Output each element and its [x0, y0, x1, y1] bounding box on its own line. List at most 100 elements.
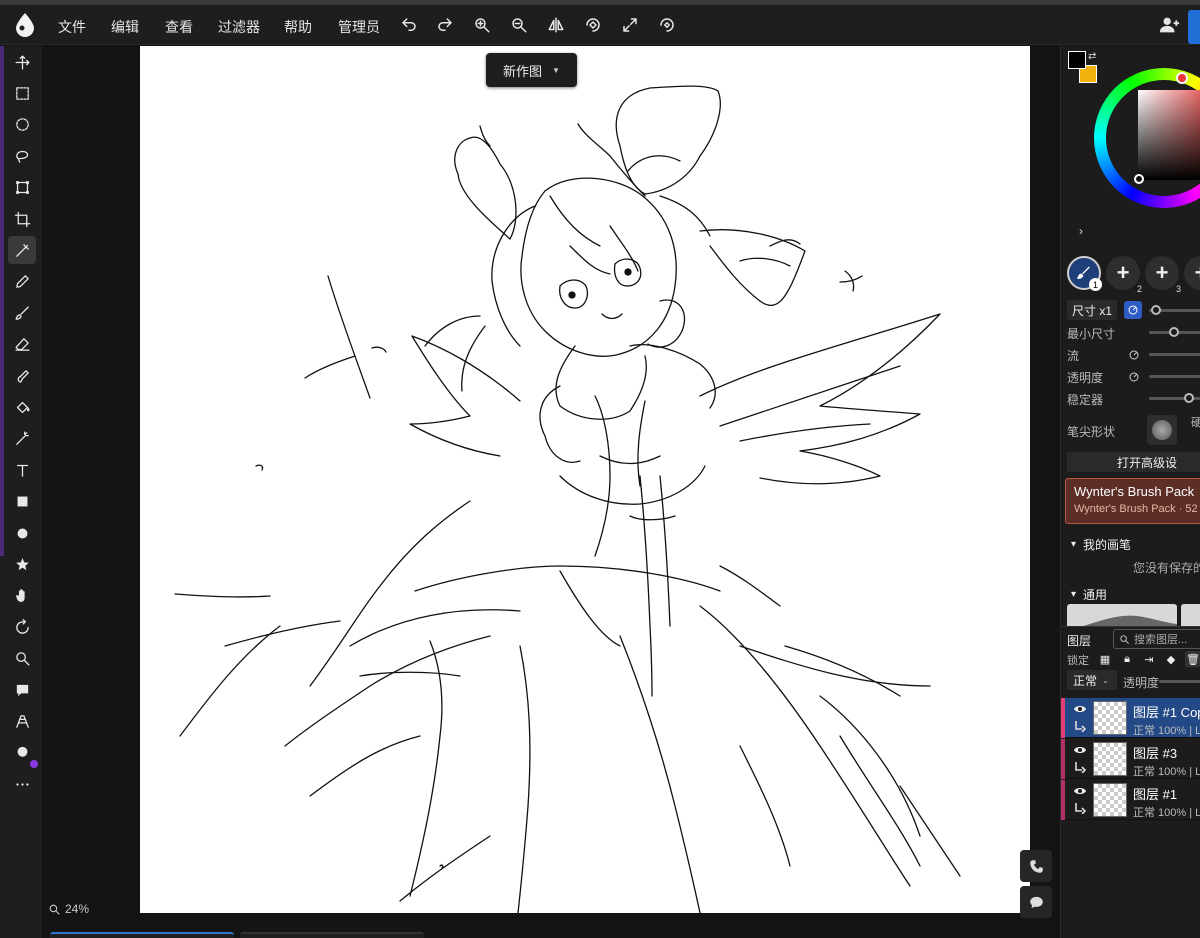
- brush-preset-preview[interactable]: [1067, 604, 1177, 628]
- menu-view[interactable]: 查看: [165, 17, 193, 37]
- tool-brush[interactable]: [8, 299, 36, 327]
- swap-colors-icon[interactable]: ⇄: [1088, 51, 1096, 62]
- voice-call-button[interactable]: [1020, 850, 1052, 882]
- menu-admin[interactable]: 管理员: [338, 17, 380, 37]
- brush-tip-preview[interactable]: [1147, 415, 1177, 445]
- menu-help[interactable]: 帮助: [284, 17, 312, 37]
- eye-icon[interactable]: [1073, 745, 1087, 755]
- tool-transform[interactable]: [8, 174, 36, 202]
- eye-icon[interactable]: [1073, 704, 1087, 714]
- hue-knob[interactable]: [1176, 72, 1188, 84]
- brush-preset-preview[interactable]: [1181, 604, 1200, 628]
- layer-thumbnail: [1093, 701, 1127, 735]
- delete-layer-icon[interactable]: 🗑︎: [1185, 651, 1200, 667]
- blend-mode-select[interactable]: 正常 ⌄: [1067, 670, 1117, 690]
- smudge-icon: [17, 369, 29, 383]
- opacity-pressure-icon[interactable]: [1128, 370, 1140, 382]
- color-wheel[interactable]: [1094, 68, 1200, 208]
- add-user-icon[interactable]: [1158, 14, 1180, 36]
- flow-slider[interactable]: [1149, 353, 1200, 356]
- tool-move[interactable]: [8, 48, 36, 76]
- tool-pencil[interactable]: [8, 268, 36, 296]
- bottom-tab-active[interactable]: [50, 932, 234, 938]
- layer-row[interactable]: 图层 #1 正常 100% | L: [1061, 780, 1200, 820]
- clipping-icon[interactable]: [1073, 761, 1087, 773]
- tool-ellipse[interactable]: [8, 519, 36, 547]
- tool-eraser[interactable]: [8, 331, 36, 359]
- tool-crop[interactable]: [8, 205, 36, 233]
- zoom-in-icon[interactable]: [471, 14, 493, 36]
- canvas-workspace[interactable]: 新作图 ▼ 24%: [42, 46, 1060, 938]
- layer-row[interactable]: 图层 #3 正常 100% | L: [1061, 739, 1200, 779]
- brush-slot-1[interactable]: 1: [1067, 256, 1102, 291]
- brush-size-multiplier[interactable]: 尺寸 x1: [1067, 300, 1118, 320]
- tool-fill[interactable]: [8, 393, 36, 421]
- clipping-icon[interactable]: [1073, 720, 1087, 732]
- redo-icon[interactable]: [434, 14, 456, 36]
- tool-lasso[interactable]: [8, 142, 36, 170]
- brush-slot-number: 3: [1175, 284, 1181, 294]
- saturation-value-square[interactable]: [1138, 90, 1200, 180]
- tool-perspective[interactable]: [8, 707, 36, 735]
- tool-rectangle[interactable]: [8, 488, 36, 516]
- menu-edit[interactable]: 编辑: [111, 17, 139, 37]
- layer-color-tag: [1061, 739, 1065, 779]
- eye-icon[interactable]: [1073, 786, 1087, 796]
- drawing-canvas[interactable]: [140, 46, 1030, 913]
- lock-transparency-icon[interactable]: ▦: [1097, 651, 1113, 667]
- brush-slot-4[interactable]: +: [1184, 256, 1200, 290]
- layer-thumbnail: [1093, 783, 1127, 817]
- bottom-tab[interactable]: [240, 932, 424, 938]
- zoom-out-icon[interactable]: [508, 14, 530, 36]
- tool-rotate-view[interactable]: [8, 613, 36, 641]
- tool-magic-wand[interactable]: [8, 425, 36, 453]
- expand-chevron-icon[interactable]: ›: [1079, 224, 1083, 238]
- lock-icon[interactable]: 🔒︎: [1119, 651, 1135, 667]
- tool-smudge[interactable]: [8, 362, 36, 390]
- flip-icon[interactable]: [545, 14, 567, 36]
- clipping-icon[interactable]: [1073, 802, 1087, 814]
- clear-layer-icon[interactable]: ◆: [1163, 651, 1179, 667]
- brush-slot-2[interactable]: +2: [1106, 256, 1142, 294]
- my-brushes-section[interactable]: ▾ 我的画笔: [1071, 536, 1131, 553]
- primary-color-swatch[interactable]: [1068, 51, 1086, 69]
- pen-pressure-toggle[interactable]: [1124, 301, 1142, 319]
- more-icon: [15, 783, 29, 786]
- stabilizer-slider-knob[interactable]: [1184, 393, 1194, 403]
- tool-more[interactable]: [8, 770, 36, 798]
- brush-pack-card[interactable]: Wynter's Brush Pack Wynter's Brush Pack …: [1065, 478, 1200, 524]
- flow-pressure-icon[interactable]: [1128, 348, 1140, 360]
- menu-filter[interactable]: 过滤器: [218, 17, 260, 37]
- tool-comment[interactable]: [8, 676, 36, 704]
- export-layer-icon[interactable]: ⇥: [1141, 651, 1157, 667]
- layer-row[interactable]: 图层 #1 Cop 正常 100% | L: [1061, 698, 1200, 738]
- opacity-slider[interactable]: [1149, 375, 1200, 378]
- layer-opacity-slider[interactable]: [1159, 680, 1200, 683]
- undo-icon[interactable]: [398, 14, 420, 36]
- tool-zoom[interactable]: [8, 645, 36, 673]
- layer-search-input[interactable]: 搜索图层...: [1113, 629, 1200, 649]
- rotate-icon[interactable]: [582, 14, 604, 36]
- open-advanced-settings-button[interactable]: 打开高级设: [1067, 452, 1200, 472]
- general-section[interactable]: ▾ 通用: [1071, 586, 1107, 603]
- size-slider-knob[interactable]: [1151, 305, 1161, 315]
- tool-eyedropper[interactable]: [8, 236, 36, 265]
- reset-rotation-icon[interactable]: [656, 14, 678, 36]
- tool-ellipse-select[interactable]: [8, 111, 36, 139]
- share-button[interactable]: [1188, 10, 1200, 44]
- zoom-indicator[interactable]: 24%: [48, 902, 89, 916]
- brush-slot-3[interactable]: +3: [1145, 256, 1181, 294]
- app-logo-icon[interactable]: [14, 12, 36, 38]
- tool-rect-select[interactable]: [8, 79, 36, 107]
- min-size-slider-knob[interactable]: [1169, 327, 1179, 337]
- tool-star[interactable]: [8, 550, 36, 578]
- tool-hand[interactable]: [8, 582, 36, 610]
- rect-select-icon: [15, 87, 29, 100]
- color-picker-knob[interactable]: [1134, 174, 1144, 184]
- pencil-icon: [15, 275, 29, 289]
- menu-file[interactable]: 文件: [58, 17, 86, 37]
- fullscreen-icon[interactable]: [619, 14, 641, 36]
- tool-text[interactable]: [8, 456, 36, 484]
- document-name-button[interactable]: 新作图 ▼: [486, 53, 577, 87]
- chat-button[interactable]: [1020, 886, 1052, 918]
